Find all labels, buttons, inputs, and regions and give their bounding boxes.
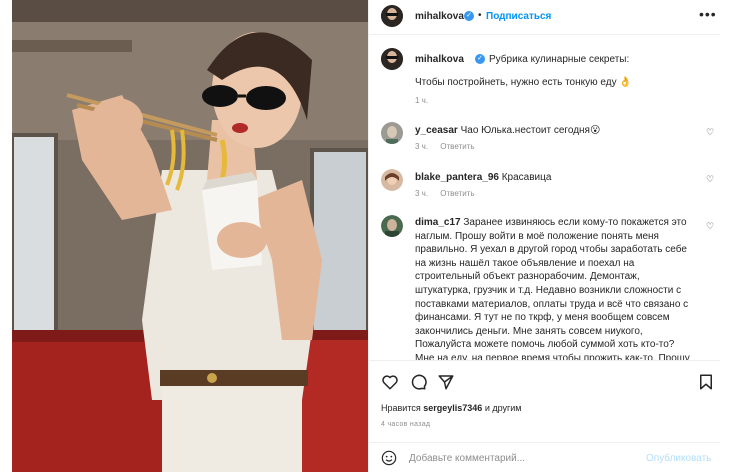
reply-button[interactable]: Ответить <box>440 142 474 151</box>
comment-time[interactable]: 3 ч. <box>415 189 428 198</box>
comment-line: штукатурка, грузчик и т.д. Недавно возни… <box>415 284 682 296</box>
comments-scroll-area[interactable]: mihalkova ✓ Рубрика кулинарные секреты: … <box>369 36 721 360</box>
comment-line: финансами. Я тут не по ткрф, у меня вооб… <box>415 312 670 324</box>
verified-badge-icon: ✓ <box>464 11 474 21</box>
commenter-avatar[interactable] <box>381 215 403 237</box>
post-side-panel: mihalkova ✓ • Подписаться ••• mihalkova … <box>368 0 721 472</box>
comment-like-icon[interactable]: ♡ <box>706 221 714 232</box>
caption-avatar[interactable] <box>381 48 403 70</box>
more-options-icon[interactable]: ••• <box>699 6 717 22</box>
separator-dot: • <box>478 10 482 21</box>
comment-input[interactable] <box>409 450 639 466</box>
comment-username[interactable]: y_ceasar <box>415 125 458 136</box>
caption-title: Рубрика кулинарные секреты: <box>489 54 630 65</box>
heart-icon[interactable] <box>381 373 399 391</box>
post-header: mihalkova ✓ • Подписаться ••• <box>369 0 721 35</box>
caption-time[interactable]: 1 ч. <box>415 96 428 105</box>
comment-line: Заранее извиняюсь если кому-то покажется… <box>463 217 687 228</box>
verified-badge-icon: ✓ <box>475 54 485 64</box>
author-avatar[interactable] <box>381 5 403 27</box>
comment-meta: 3 ч. Ответить <box>415 142 485 151</box>
post-actions: Нравится sergeylis7346 и другим 4 часов … <box>369 360 721 442</box>
comment-text-wrap: blake_pantera_96 Красавица <box>415 171 697 185</box>
comment-line: строительный объект разнорабочим. Демонт… <box>415 271 640 283</box>
caption-username[interactable]: mihalkova <box>415 54 464 65</box>
comment-line: наглым. Прошу войти в моё положение поня… <box>415 230 659 242</box>
page-margin <box>720 0 752 472</box>
author-username[interactable]: mihalkova <box>415 11 464 22</box>
comment-line: на жизнь нашёл такое объявление и поехал… <box>415 257 635 269</box>
likes-suffix[interactable]: и другим <box>485 403 522 413</box>
likes-user[interactable]: sergeylis7346 <box>423 403 482 413</box>
likes-prefix: Нравится <box>381 403 421 413</box>
likes-summary[interactable]: Нравится sergeylis7346 и другим <box>381 403 522 413</box>
post-dialog: mihalkova ✓ • Подписаться ••• mihalkova … <box>0 0 752 472</box>
comment-text-wrap: y_ceasar Чао Юлька.нестоит сегодня😮 <box>415 124 697 138</box>
comment-text: Красавица <box>501 172 552 183</box>
bookmark-icon[interactable] <box>697 373 715 391</box>
comment-like-icon[interactable]: ♡ <box>706 127 714 138</box>
post-photo <box>12 0 368 472</box>
follow-button[interactable]: Подписаться <box>486 11 551 22</box>
photo-illustration <box>12 0 368 472</box>
comment-username[interactable]: blake_pantera_96 <box>415 172 499 183</box>
comment-text: Чао Юлька.нестоит сегодня😮 <box>460 125 601 136</box>
comment-line: Пожалуйста можете помочь любой суммой хо… <box>415 339 675 351</box>
comment-line: закончились деньги. Мне занять совсем ни… <box>415 325 643 337</box>
comment-line: Мне на еду, на первое время чтобы прожит… <box>415 352 690 360</box>
comment-username[interactable]: dima_c17 <box>415 217 461 228</box>
add-comment-bar: Опубликовать <box>369 442 721 472</box>
comment-meta: 3 ч. Ответить <box>415 189 485 198</box>
comment-line: поставками материалов, оплаты труда и вс… <box>415 298 689 310</box>
commenter-avatar[interactable] <box>381 122 403 144</box>
comment-text-wrap: dima_c17 Заранее извиняюсь если кому-то … <box>415 216 697 360</box>
commenter-avatar[interactable] <box>381 169 403 191</box>
share-icon[interactable] <box>437 373 455 391</box>
reply-button[interactable]: Ответить <box>440 189 474 198</box>
comment-time[interactable]: 3 ч. <box>415 142 428 151</box>
publish-button[interactable]: Опубликовать <box>646 453 711 464</box>
caption-text: Чтобы постройнеть, нужно есть тонкую еду… <box>415 77 632 88</box>
comment-line: правильно. Я уехал в другой город чтобы … <box>415 244 687 256</box>
emoji-icon[interactable] <box>381 450 397 466</box>
caption-username-wrap: mihalkova <box>415 54 464 65</box>
comment-like-icon[interactable]: ♡ <box>706 174 714 185</box>
post-time[interactable]: 4 часов назад <box>381 421 430 428</box>
comment-icon[interactable] <box>409 373 427 391</box>
